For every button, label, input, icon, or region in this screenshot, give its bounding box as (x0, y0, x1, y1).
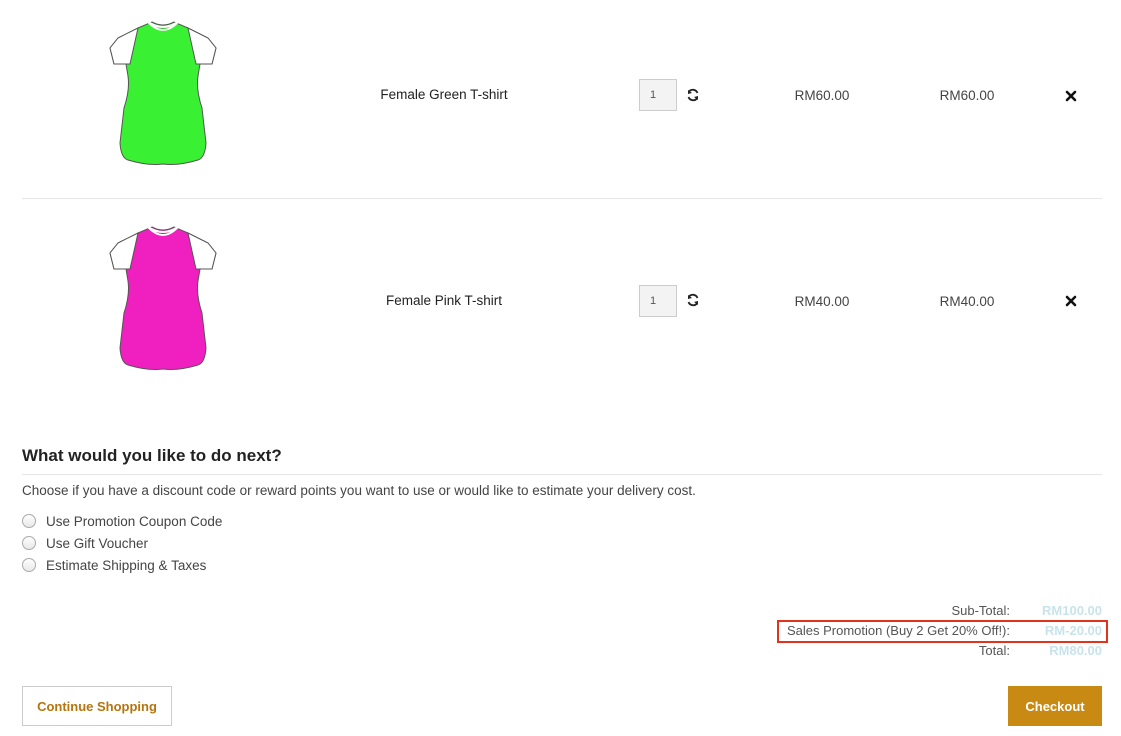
cart-row: Female Pink T-shirt RM40.00 RM40.00 (22, 199, 1102, 397)
quantity-input[interactable] (639, 285, 677, 317)
option-label: Estimate Shipping & Taxes (46, 557, 207, 573)
subtotal-row: Sub-Total: RM100.00 (0, 603, 1121, 621)
option-promotion-coupon[interactable]: Use Promotion Coupon Code (22, 511, 222, 531)
line-total: RM60.00 (939, 88, 995, 103)
remove-icon[interactable] (1065, 295, 1077, 307)
refresh-icon[interactable] (686, 88, 700, 102)
total-row: Total: RM80.00 (0, 643, 1121, 661)
radio-icon[interactable] (22, 536, 36, 550)
option-gift-voucher[interactable]: Use Gift Voucher (22, 533, 148, 553)
subtotal-value: RM100.00 (1042, 603, 1102, 618)
line-total: RM40.00 (939, 294, 995, 309)
option-label: Use Promotion Coupon Code (46, 513, 223, 529)
section-title: What would you like to do next? (22, 446, 282, 465)
subtotal-label: Sub-Total: (951, 603, 1010, 618)
unit-price: RM60.00 (794, 88, 850, 103)
option-label: Use Gift Voucher (46, 535, 149, 551)
continue-shopping-button[interactable]: Continue Shopping (22, 686, 172, 726)
section-description: Choose if you have a discount code or re… (22, 483, 696, 498)
promotion-highlight-box (777, 620, 1108, 643)
product-name[interactable]: Female Green T-shirt (344, 87, 544, 102)
quantity-input[interactable] (639, 79, 677, 111)
refresh-icon[interactable] (686, 293, 700, 307)
checkout-button[interactable]: Checkout (1008, 686, 1102, 726)
divider (22, 474, 1102, 475)
product-name[interactable]: Female Pink T-shirt (344, 293, 544, 308)
radio-icon[interactable] (22, 558, 36, 572)
unit-price: RM40.00 (794, 294, 850, 309)
product-image (109, 21, 217, 165)
radio-icon[interactable] (22, 514, 36, 528)
remove-icon[interactable] (1065, 90, 1077, 102)
total-value: RM80.00 (1049, 643, 1102, 658)
option-estimate-shipping[interactable]: Estimate Shipping & Taxes (22, 555, 206, 575)
product-image (109, 226, 217, 370)
total-label: Total: (978, 643, 1010, 658)
cart-row: Female Green T-shirt RM60.00 RM60.00 (22, 0, 1102, 199)
